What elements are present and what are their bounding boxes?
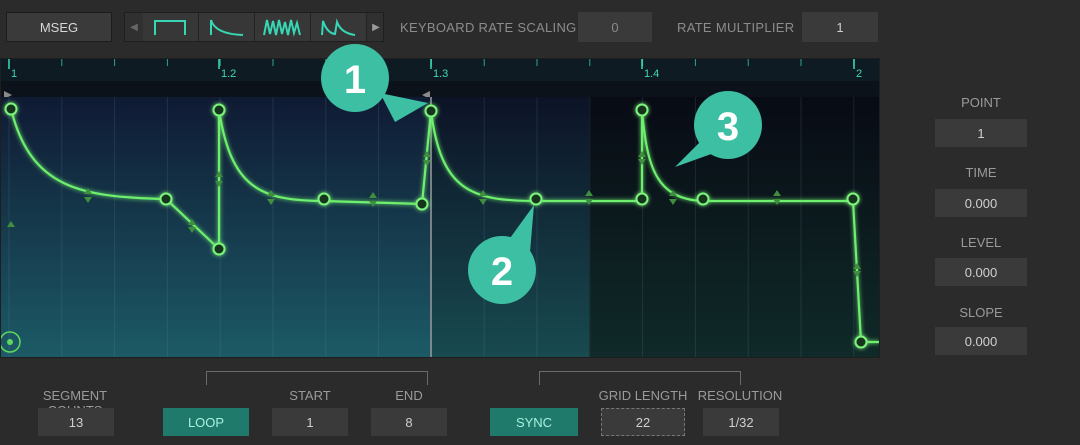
decay-curve-icon [209, 19, 243, 36]
preset-square-icon[interactable] [143, 13, 199, 41]
loop-marker-strip[interactable] [1, 81, 879, 97]
ruler-label: 1.4 [644, 68, 659, 80]
preset-decay-icon[interactable] [199, 13, 255, 41]
mseg-label: MSEG [39, 19, 79, 35]
rate-multiplier-field[interactable]: 1 [802, 12, 878, 42]
envelope-point [212, 242, 226, 256]
point-field[interactable]: 1 [935, 119, 1027, 147]
ruler-label: 1 [11, 68, 17, 80]
segment-counts-field[interactable]: 13 [38, 408, 114, 436]
sync-toggle[interactable]: SYNC [490, 408, 578, 436]
preset-double-decay-icon[interactable] [311, 13, 367, 41]
ruler-label: 1.2 [221, 68, 236, 80]
loop-region [1, 97, 431, 357]
envelope-point [846, 192, 860, 206]
end-field[interactable]: 8 [371, 408, 447, 436]
ruler-label: 1.3 [433, 68, 448, 80]
end-label: END [395, 388, 423, 403]
keyboard-rate-scaling-field[interactable]: 0 [578, 12, 652, 42]
slope-field[interactable]: 0.000 [935, 327, 1027, 355]
loop-toggle[interactable]: LOOP [163, 408, 249, 436]
resolution-label: RESOLUTION [697, 388, 783, 403]
envelope-point [854, 335, 868, 349]
sync-bracket [539, 371, 741, 385]
mseg-button[interactable]: MSEG [6, 12, 112, 42]
envelope-point [212, 103, 226, 117]
start-field[interactable]: 1 [272, 408, 348, 436]
keyboard-rate-scaling-label: KEYBOARD RATE SCALING [400, 19, 577, 35]
shape-preset-strip: ◀ ▶ [124, 12, 384, 42]
time-field[interactable]: 0.000 [935, 189, 1027, 217]
ruler-label: 2 [856, 68, 862, 80]
envelope-point [635, 103, 649, 117]
square-wave-icon [153, 20, 186, 35]
level-field[interactable]: 0.000 [935, 258, 1027, 286]
noise-wave-icon [262, 19, 301, 37]
envelope-canvas[interactable]: 1 1.2 1.3 1.4 2 [0, 59, 879, 357]
slope-label: SLOPE [959, 305, 1003, 320]
grid-length-label: GRID LENGTH [598, 388, 688, 403]
grid-length-field[interactable]: 22 [601, 408, 685, 436]
loop-bracket [206, 371, 428, 385]
envelope-point [159, 192, 173, 206]
envelope-point [4, 102, 18, 116]
double-decay-icon [320, 18, 355, 36]
region-right [589, 97, 879, 357]
point-label: POINT [961, 95, 1001, 110]
preset-prev-arrow-icon[interactable]: ◀ [125, 13, 143, 41]
preset-next-arrow-icon[interactable]: ▶ [367, 13, 385, 41]
time-label: TIME [965, 165, 997, 180]
preset-noise-icon[interactable] [255, 13, 311, 41]
resolution-field[interactable]: 1/32 [703, 408, 779, 436]
mseg-editor[interactable]: 1 1.2 1.3 1.4 2 [0, 58, 880, 358]
envelope-point [424, 104, 438, 118]
level-label: LEVEL [960, 235, 1002, 250]
start-label: START [289, 388, 331, 403]
envelope-point [317, 192, 331, 206]
envelope-point [635, 192, 649, 206]
envelope-point [696, 192, 710, 206]
envelope-point [415, 197, 429, 211]
origin-handle-dot [7, 339, 13, 345]
region-middle [431, 97, 589, 357]
rate-multiplier-label: RATE MULTIPLIER [677, 19, 795, 35]
envelope-point [529, 192, 543, 206]
